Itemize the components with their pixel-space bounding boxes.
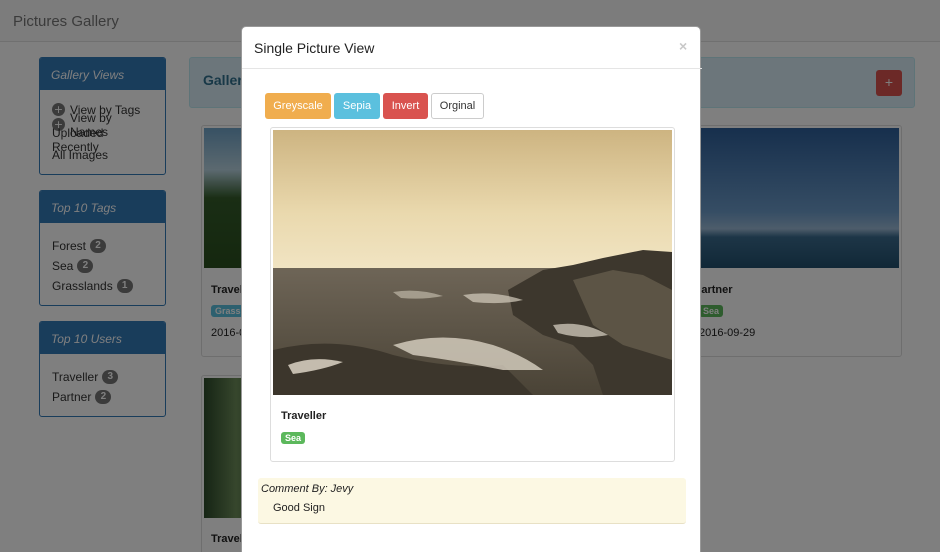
original-button[interactable]: Orginal [431, 93, 484, 119]
picture-frame: Traveller Sea [270, 127, 675, 462]
greyscale-button[interactable]: Greyscale [265, 93, 331, 119]
divider [242, 68, 702, 69]
comment-author: Comment By: Jevy [261, 483, 354, 495]
picture-tag[interactable]: Sea [281, 432, 306, 444]
comment-text: Good Sign [273, 502, 325, 514]
invert-button[interactable]: Invert [383, 93, 428, 119]
close-icon[interactable]: × [679, 38, 687, 54]
modal-title: Single Picture View [254, 40, 375, 56]
sepia-photo [273, 130, 672, 395]
comment-box: Comment By: Jevy Good Sign [258, 478, 686, 524]
single-picture-modal: Single Picture View × Greyscale Sepia In… [241, 26, 702, 552]
picture-owner: Traveller [281, 410, 327, 422]
sepia-button[interactable]: Sepia [334, 93, 380, 119]
